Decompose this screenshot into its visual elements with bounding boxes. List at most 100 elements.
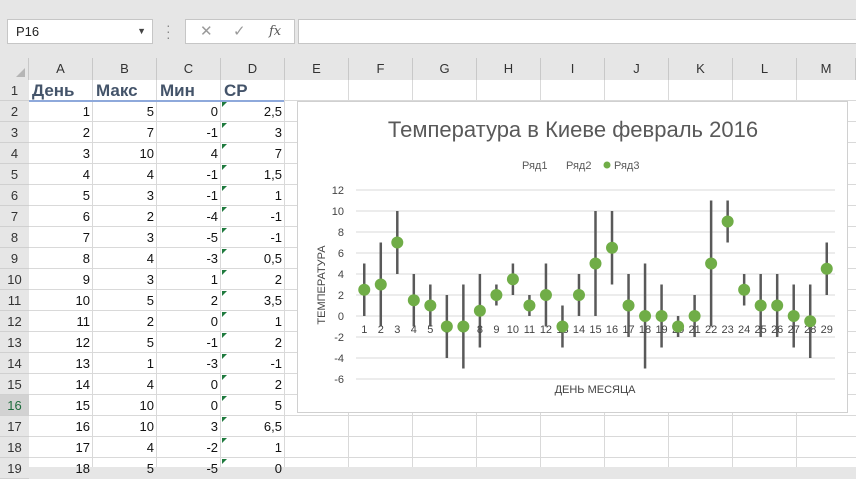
cell-min[interactable]: -1 <box>157 332 221 353</box>
cell-max[interactable]: 4 <box>93 164 157 185</box>
header-day[interactable]: День <box>29 80 93 101</box>
row-header-12[interactable]: 12 <box>0 311 29 332</box>
cell-max[interactable]: 3 <box>93 269 157 290</box>
cell-min[interactable]: -1 <box>157 122 221 143</box>
cell-max[interactable]: 5 <box>93 290 157 311</box>
header-max[interactable]: Макс <box>93 80 157 101</box>
cell-day[interactable]: 10 <box>29 290 93 311</box>
cell-day[interactable]: 15 <box>29 395 93 416</box>
cell-avg[interactable]: 2 <box>221 332 285 353</box>
function-icon[interactable]: fx <box>269 20 281 43</box>
cell-avg[interactable]: 5 <box>221 395 285 416</box>
column-header-i[interactable]: I <box>541 58 605 80</box>
cell-day[interactable]: 6 <box>29 206 93 227</box>
cell-max[interactable]: 1 <box>93 353 157 374</box>
chevron-down-icon[interactable]: ▼ <box>137 20 146 43</box>
cell-avg[interactable]: 2,5 <box>221 101 285 122</box>
row-header-3[interactable]: 3 <box>0 122 29 143</box>
row-header-10[interactable]: 10 <box>0 269 29 290</box>
cell-max[interactable]: 5 <box>93 101 157 122</box>
check-icon[interactable]: ✓ <box>233 20 246 43</box>
cell-avg[interactable]: 3,5 <box>221 290 285 311</box>
cell-max[interactable]: 10 <box>93 416 157 437</box>
column-header-c[interactable]: C <box>157 58 221 80</box>
column-header-g[interactable]: G <box>413 58 477 80</box>
select-all-button[interactable] <box>0 58 29 80</box>
cell-min[interactable]: -5 <box>157 227 221 248</box>
cell-day[interactable]: 17 <box>29 437 93 458</box>
row-header-15[interactable]: 15 <box>0 374 29 395</box>
cell-min[interactable]: -5 <box>157 458 221 479</box>
cell-avg[interactable]: -1 <box>221 353 285 374</box>
column-header-l[interactable]: L <box>733 58 797 80</box>
column-header-k[interactable]: K <box>669 58 733 80</box>
cell-avg[interactable]: -1 <box>221 227 285 248</box>
chart[interactable]: 121086420-2-4-61234567891011121314151617… <box>297 101 848 413</box>
name-box[interactable]: P16 ▼ <box>7 19 153 44</box>
cell-avg[interactable]: 1 <box>221 437 285 458</box>
column-header-a[interactable]: A <box>29 58 93 80</box>
column-header-m[interactable]: M <box>797 58 856 80</box>
row-header-11[interactable]: 11 <box>0 290 29 311</box>
cell-day[interactable]: 18 <box>29 458 93 479</box>
cell-avg[interactable]: 1 <box>221 311 285 332</box>
cell-day[interactable]: 3 <box>29 143 93 164</box>
row-header-17[interactable]: 17 <box>0 416 29 437</box>
cell-max[interactable]: 2 <box>93 206 157 227</box>
cell-day[interactable]: 14 <box>29 374 93 395</box>
column-header-d[interactable]: D <box>221 58 285 80</box>
row-header-8[interactable]: 8 <box>0 227 29 248</box>
drag-handle-icon[interactable]: · · · <box>166 18 171 44</box>
cell-avg[interactable]: 0 <box>221 458 285 479</box>
cell-min[interactable]: -2 <box>157 437 221 458</box>
cell-max[interactable]: 3 <box>93 185 157 206</box>
cell-max[interactable]: 4 <box>93 374 157 395</box>
cell-avg[interactable]: 0,5 <box>221 248 285 269</box>
cell-min[interactable]: 0 <box>157 311 221 332</box>
cell-day[interactable]: 7 <box>29 227 93 248</box>
column-header-j[interactable]: J <box>605 58 669 80</box>
row-header-16[interactable]: 16 <box>0 395 29 416</box>
cell-day[interactable]: 13 <box>29 353 93 374</box>
cell-min[interactable]: 2 <box>157 290 221 311</box>
header-min[interactable]: Мин <box>157 80 221 101</box>
cell-max[interactable]: 5 <box>93 458 157 479</box>
row-header-19[interactable]: 19 <box>0 458 29 479</box>
cell-avg[interactable]: -1 <box>221 206 285 227</box>
cell-min[interactable]: -4 <box>157 206 221 227</box>
row-header-6[interactable]: 6 <box>0 185 29 206</box>
header-avg[interactable]: СР <box>221 80 285 101</box>
row-header-2[interactable]: 2 <box>0 101 29 122</box>
cell-min[interactable]: -3 <box>157 353 221 374</box>
cell-avg[interactable]: 1,5 <box>221 164 285 185</box>
cell-min[interactable]: 0 <box>157 101 221 122</box>
row-header-1[interactable]: 1 <box>0 80 29 101</box>
column-header-e[interactable]: E <box>285 58 349 80</box>
cell-max[interactable]: 10 <box>93 395 157 416</box>
cell-day[interactable]: 4 <box>29 164 93 185</box>
row-header-5[interactable]: 5 <box>0 164 29 185</box>
cell-day[interactable]: 2 <box>29 122 93 143</box>
row-header-13[interactable]: 13 <box>0 332 29 353</box>
cell-avg[interactable]: 6,5 <box>221 416 285 437</box>
cell-avg[interactable]: 2 <box>221 374 285 395</box>
cell-min[interactable]: -1 <box>157 164 221 185</box>
close-icon[interactable]: ✕ <box>200 20 213 43</box>
formula-input[interactable] <box>298 19 856 44</box>
cell-avg[interactable]: 7 <box>221 143 285 164</box>
cell-max[interactable]: 5 <box>93 332 157 353</box>
cell-min[interactable]: -1 <box>157 185 221 206</box>
cell-min[interactable]: 0 <box>157 374 221 395</box>
column-header-b[interactable]: B <box>93 58 157 80</box>
cell-day[interactable]: 9 <box>29 269 93 290</box>
cell-day[interactable]: 1 <box>29 101 93 122</box>
column-header-f[interactable]: F <box>349 58 413 80</box>
cell-day[interactable]: 12 <box>29 332 93 353</box>
cell-max[interactable]: 4 <box>93 248 157 269</box>
row-header-9[interactable]: 9 <box>0 248 29 269</box>
cell-max[interactable]: 10 <box>93 143 157 164</box>
cell-min[interactable]: -3 <box>157 248 221 269</box>
cell-avg[interactable]: 2 <box>221 269 285 290</box>
column-header-h[interactable]: H <box>477 58 541 80</box>
cell-max[interactable]: 7 <box>93 122 157 143</box>
